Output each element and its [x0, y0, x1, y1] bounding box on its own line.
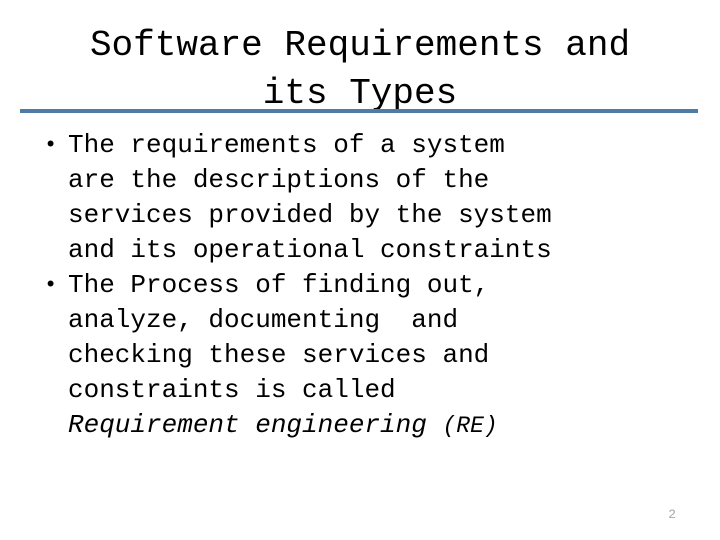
bullet-1-line-2: are the descriptions of the	[68, 165, 490, 195]
bullet-2-line-4: constraints is called	[68, 375, 396, 405]
title-line-1: Software Requirements and	[89, 25, 631, 66]
bullet-icon: •	[44, 133, 58, 158]
bullet-2-line-3: checking these services and	[68, 340, 490, 370]
bullet-icon: •	[44, 273, 58, 298]
bullet-2-line-5: Requirement engineering (RE)	[68, 408, 710, 444]
bullet-1-line-4: and its operational constraints	[68, 235, 552, 265]
bullet-2-line-1: The Process of finding out,	[68, 270, 490, 300]
bullet-2-line-2: analyze, documenting and	[68, 305, 459, 335]
term-abbreviation: (RE)	[442, 413, 498, 439]
bullet-1-line-3: services provided by the system	[68, 200, 552, 230]
page-number: 2	[668, 507, 676, 522]
list-item: • The Process of finding out, analyze, d…	[30, 268, 710, 444]
page-title: Software Requirements and its Types	[0, 22, 720, 118]
term-emphasis: Requirement engineering	[68, 410, 443, 440]
list-item: • The requirements of a system are the d…	[30, 128, 710, 268]
bullet-1-line-1: The requirements of a system	[68, 130, 505, 160]
slide: Software Requirements and its Types • Th…	[0, 0, 720, 540]
slide-body: • The requirements of a system are the d…	[30, 128, 710, 444]
title-divider	[20, 109, 698, 113]
